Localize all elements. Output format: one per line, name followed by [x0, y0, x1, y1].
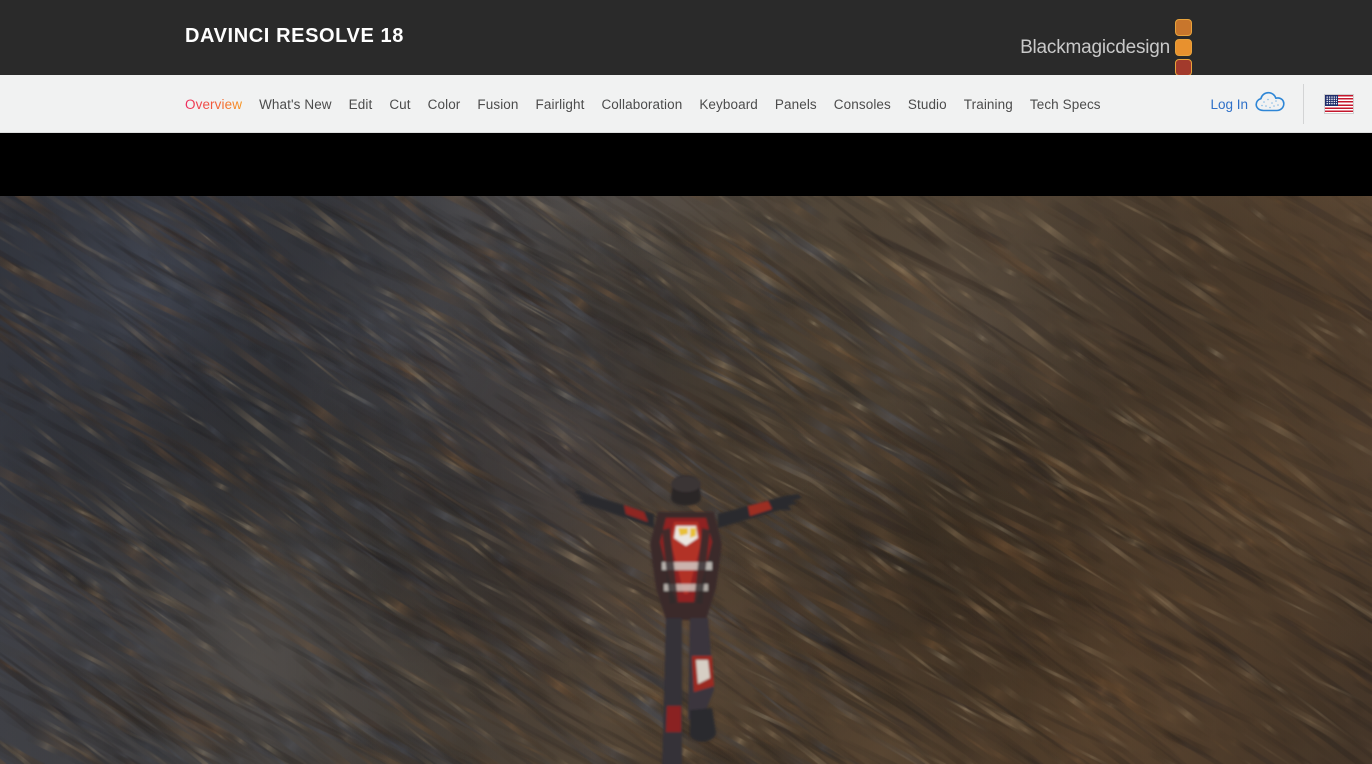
nav-item-consoles[interactable]: Consoles [834, 97, 891, 112]
blackmagic-wordmark: Blackmagicdesign [1020, 30, 1170, 66]
logo-square-top [1175, 19, 1192, 36]
hero-letterbox-bar [0, 133, 1372, 196]
nav-item-fairlight[interactable]: Fairlight [536, 97, 585, 112]
nav-item-edit[interactable]: Edit [349, 97, 373, 112]
blackmagic-squares-icon [1175, 19, 1192, 76]
us-flag-icon [1324, 94, 1354, 114]
language-selector[interactable] [1304, 94, 1372, 114]
logo-square-middle [1175, 39, 1192, 56]
login-button[interactable]: Log In [1210, 91, 1303, 118]
brand-header: DAVINCI RESOLVE 18 Blackmagicdesign [0, 0, 1372, 75]
nav-utility-group: Log In [1210, 75, 1372, 133]
hero-image [0, 196, 1372, 764]
login-label: Log In [1210, 97, 1248, 112]
nav-item-panels[interactable]: Panels [775, 97, 817, 112]
nav-item-fusion[interactable]: Fusion [477, 97, 518, 112]
nav-item-training[interactable]: Training [964, 97, 1013, 112]
page-title: DAVINCI RESOLVE 18 [185, 25, 404, 48]
nav-item-cut[interactable]: Cut [389, 97, 410, 112]
cloud-icon [1255, 91, 1285, 118]
flag-canton [1325, 95, 1338, 106]
nav-item-collaboration[interactable]: Collaboration [601, 97, 682, 112]
logo-square-bottom [1175, 59, 1192, 76]
nav-item-studio[interactable]: Studio [908, 97, 947, 112]
hero-background-canvas [0, 196, 1372, 764]
nav-item-keyboard[interactable]: Keyboard [699, 97, 758, 112]
nav-item-color[interactable]: Color [428, 97, 461, 112]
blackmagic-design-logo[interactable]: Blackmagicdesign [1020, 19, 1192, 76]
main-navigation: Overview What's New Edit Cut Color Fusion Fair… [0, 75, 1372, 133]
nav-item-what-s-new[interactable]: What's New [259, 97, 332, 112]
nav-item-tech-specs[interactable]: Tech Specs [1030, 97, 1101, 112]
nav-item-overview[interactable]: Overview [185, 97, 242, 112]
nav-link-list: Overview What's New Edit Cut Color Fusion Fair… [185, 75, 1101, 133]
